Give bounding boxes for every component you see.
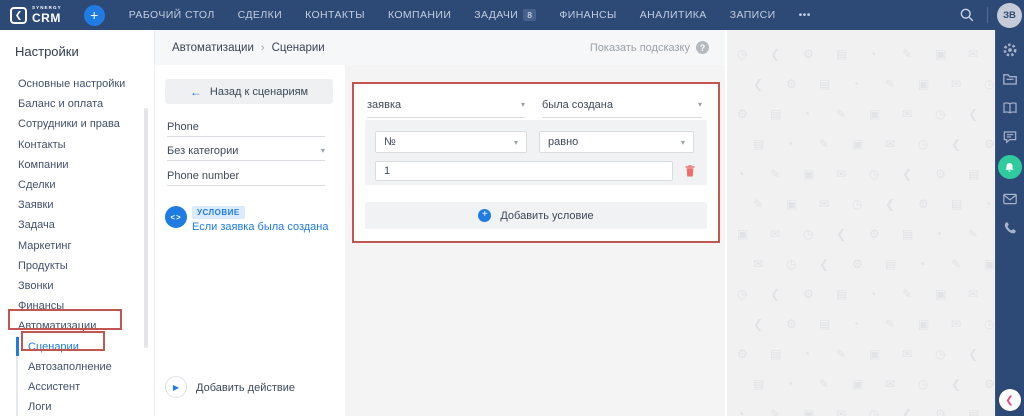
category-select[interactable]: Без категории ▾ <box>167 141 325 161</box>
condition-link[interactable]: Если заявка была создана <box>192 221 328 233</box>
sidebar-subitem-logs[interactable]: Логи <box>18 397 154 416</box>
sidebar-subitem-scenarios[interactable]: Сценарии <box>16 336 154 356</box>
breadcrumb-scenarios[interactable]: Сценарии <box>272 42 325 54</box>
search-icon[interactable] <box>959 7 975 23</box>
menu-item-desktop[interactable]: РАБОЧИЙ СТОЛ <box>129 9 215 21</box>
condition-field-select[interactable]: № ▾ <box>375 131 527 153</box>
menu-item-more[interactable]: ••• <box>799 9 811 21</box>
settings-sidebar: Настройки Основные настройки Баланс и оп… <box>0 30 155 416</box>
phone-icon[interactable] <box>1002 220 1018 236</box>
chevron-down-icon: ▾ <box>680 137 685 147</box>
chat-icon[interactable] <box>1002 129 1018 145</box>
sidebar-item-leads[interactable]: Заявки <box>0 195 154 215</box>
main-menu: РАБОЧИЙ СТОЛ СДЕЛКИ КОНТАКТЫ КОМПАНИИ ЗА… <box>129 9 811 21</box>
condition-builder-panel: заявка ▾ была создана ▾ № ▾ равно ▾ 1 + … <box>352 82 720 243</box>
crm-logo-button[interactable]: ❮ <box>998 389 1021 411</box>
condition-editor-area: заявка ▾ была создана ▾ № ▾ равно ▾ 1 + … <box>345 65 725 416</box>
notifications-bell-button[interactable] <box>997 155 1022 179</box>
brand-bottom: CRM <box>32 10 61 25</box>
app-logo[interactable]: ❮ SYNERGY CRM <box>10 6 62 24</box>
background-pattern: ◷❮⚙▤◔✎▣✉◷❮⚙▤◔✎▣✉◷❮⚙▤◔✎▣✉◷❮⚙▤◔✎▣✉◷❮⚙▤◔✎▣✉… <box>725 30 995 416</box>
knowledge-book-icon[interactable] <box>1002 100 1018 116</box>
topbar-divider <box>987 7 988 23</box>
chevron-down-icon: ▾ <box>520 100 525 109</box>
scenario-name-field[interactable]: Phone <box>167 117 325 137</box>
sidebar-subitem-assistant[interactable]: Ассистент <box>18 377 154 397</box>
plus-icon: + <box>478 209 492 222</box>
mail-icon[interactable] <box>1002 191 1018 207</box>
logo-bracket-icon: ❮ <box>10 6 27 24</box>
sidebar-item-companies[interactable]: Компании <box>0 155 154 175</box>
menu-item-tasks[interactable]: ЗАДАЧИ 8 <box>474 9 537 21</box>
menu-item-records[interactable]: ЗАПИСИ <box>730 9 776 21</box>
sidebar-item-products[interactable]: Продукты <box>0 256 154 276</box>
breadcrumb-automations[interactable]: Автоматизации <box>172 42 254 54</box>
menu-item-deals[interactable]: СДЕЛКИ <box>238 9 282 21</box>
sidebar-item-calls[interactable]: Звонки <box>0 276 154 296</box>
bell-icon <box>1005 162 1014 172</box>
active-indicator <box>16 337 19 356</box>
sidebar-item-automations[interactable]: Автоматизации <box>0 316 154 336</box>
sidebar-menu: Основные настройки Баланс и оплата Сотру… <box>0 74 154 336</box>
menu-item-analytics[interactable]: АНАЛИТИКА <box>640 9 707 21</box>
add-condition-button[interactable]: + Добавить условие <box>365 202 707 229</box>
show-hint-button[interactable]: Показать подсказку ? <box>590 41 709 54</box>
menu-item-companies[interactable]: КОМПАНИИ <box>388 9 451 21</box>
sidebar-item-finances[interactable]: Финансы <box>0 296 154 316</box>
sidebar-item-marketing[interactable]: Маркетинг <box>0 236 154 256</box>
add-action-play-icon[interactable]: ▶ <box>165 376 187 398</box>
user-avatar[interactable]: ЗВ <box>997 3 1022 28</box>
sidebar-item-employees[interactable]: Сотрудники и права <box>0 114 154 134</box>
top-navigation-bar: ❮ SYNERGY CRM + РАБОЧИЙ СТОЛ СДЕЛКИ КОНТ… <box>0 0 1024 30</box>
add-action-button[interactable]: Добавить действие <box>196 382 295 394</box>
condition-row-group: № ▾ равно ▾ 1 <box>365 120 707 185</box>
condition-badge: УСЛОВИЕ <box>192 206 245 219</box>
sidebar-item-general-settings[interactable]: Основные настройки <box>0 74 154 94</box>
automations-submenu: Сценарии Автозаполнение Ассистент Логи <box>16 336 154 416</box>
quick-add-button[interactable]: + <box>83 4 105 26</box>
event-select[interactable]: была создана ▾ <box>542 92 702 118</box>
delete-condition-trash-icon[interactable] <box>682 163 698 179</box>
folder-icon[interactable] <box>1002 71 1018 87</box>
help-icon: ? <box>696 41 709 54</box>
chevron-down-icon: ▾ <box>320 146 325 155</box>
entity-select[interactable]: заявка ▾ <box>367 92 525 118</box>
chevron-down-icon: ▾ <box>697 100 702 109</box>
sidebar-scrollbar[interactable] <box>144 108 148 348</box>
back-to-scenarios-button[interactable]: ← Назад к сценариям <box>165 79 333 104</box>
menu-item-contacts[interactable]: КОНТАКТЫ <box>305 9 365 21</box>
sidebar-item-deals[interactable]: Сделки <box>0 175 154 195</box>
condition-value-input[interactable]: 1 <box>375 161 673 181</box>
settings-gear-icon[interactable] <box>1002 42 1018 58</box>
condition-operator-select[interactable]: равно ▾ <box>539 131 694 153</box>
phone-number-field[interactable]: Phone number <box>167 166 325 186</box>
sidebar-subitem-autofill[interactable]: Автозаполнение <box>18 357 154 377</box>
plus-icon: + <box>90 6 99 23</box>
sidebar-title: Настройки <box>15 44 79 59</box>
sidebar-item-contacts[interactable]: Контакты <box>0 135 154 155</box>
menu-item-finances[interactable]: ФИНАНСЫ <box>559 9 616 21</box>
tasks-count-badge: 8 <box>523 9 537 21</box>
app-window: ❮ SYNERGY CRM + РАБОЧИЙ СТОЛ СДЕЛКИ КОНТ… <box>0 0 1024 416</box>
condition-node-icon[interactable]: <> <box>165 206 187 228</box>
breadcrumb-separator: › <box>260 41 265 54</box>
back-arrow-icon: ← <box>189 84 202 99</box>
breadcrumb-bar: Автоматизации › Сценарии Показать подска… <box>155 30 725 65</box>
sidebar-item-balance[interactable]: Баланс и оплата <box>0 94 154 114</box>
scenario-panel: ← Назад к сценариям Phone Без категории ▾… <box>155 65 345 416</box>
right-toolbar: ЗВ ❮ <box>995 0 1024 416</box>
chevron-down-icon: ▾ <box>513 137 518 147</box>
sidebar-item-task[interactable]: Задача <box>0 215 154 235</box>
